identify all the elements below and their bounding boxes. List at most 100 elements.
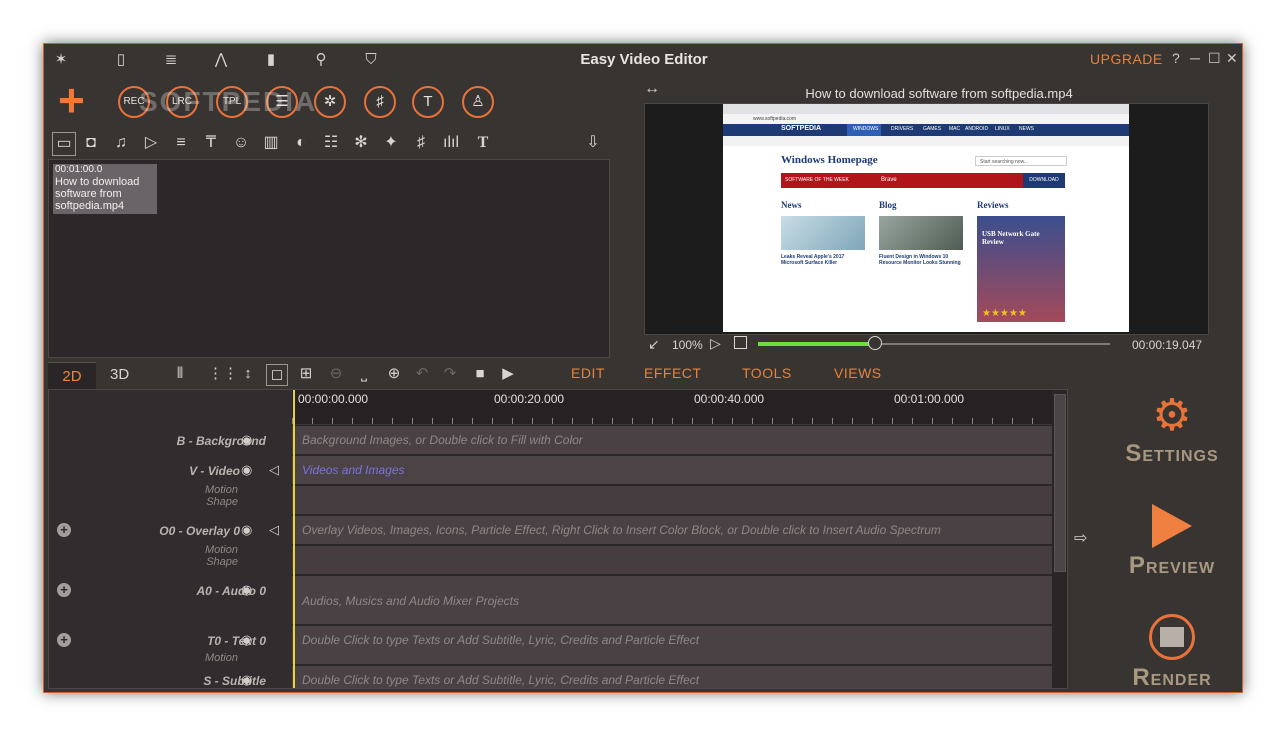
menu-tools[interactable]: TOOLS bbox=[742, 365, 792, 381]
eye-icon[interactable]: ◉ bbox=[241, 432, 252, 448]
col-reviews: Reviews bbox=[977, 200, 1009, 210]
ruler-icon[interactable]: ⋀ bbox=[210, 50, 232, 70]
track-sub-area[interactable] bbox=[292, 486, 1052, 514]
shirt-icon[interactable]: ⛉ bbox=[360, 50, 382, 70]
search-icon[interactable]: ⚲ bbox=[310, 50, 332, 70]
track-area[interactable]: Audios, Musics and Audio Mixer Projects bbox=[292, 576, 1052, 624]
review-card: USB Network Gate Review ★★★★★ bbox=[977, 216, 1065, 322]
text-block-icon[interactable]: T bbox=[412, 86, 444, 118]
week-banner: SOFTWARE OF THE WEEK Brave DOWNLOAD bbox=[781, 173, 1065, 188]
subtitle-icon[interactable]: ≡ bbox=[170, 132, 192, 154]
stop-icon[interactable] bbox=[734, 336, 747, 349]
eye-icon[interactable]: ◉ bbox=[241, 462, 252, 478]
track-overlay: + O0 - Overlay 0 ◉ ◁ Motion Shape Overla… bbox=[49, 516, 1052, 576]
redo-icon[interactable]: ↷ bbox=[440, 364, 460, 384]
speaker-icon[interactable]: ◁ bbox=[269, 462, 279, 478]
timeline-scrollbar[interactable] bbox=[1054, 394, 1066, 572]
render-button[interactable]: RENDER bbox=[1122, 614, 1222, 692]
track-area[interactable]: Double Click to type Texts or Add Subtit… bbox=[292, 626, 1052, 664]
media-clip-thumbnail[interactable]: 00:01:00.0 How to download software from… bbox=[53, 164, 157, 214]
menu-views[interactable]: VIEWS bbox=[834, 365, 882, 381]
book-icon[interactable]: ▯ bbox=[110, 50, 132, 70]
filmstrip-icon[interactable]: ▥ bbox=[260, 132, 282, 154]
add-media-button[interactable]: + bbox=[58, 77, 85, 123]
text-style-icon[interactable]: ₸ bbox=[200, 132, 222, 154]
track-area[interactable]: Double Click to type Texts or Add Subtit… bbox=[292, 666, 1052, 688]
shrink-icon[interactable]: ↙ bbox=[648, 336, 660, 353]
undo-icon[interactable]: ↶ bbox=[412, 364, 432, 384]
eye-icon[interactable]: ◉ bbox=[241, 522, 252, 538]
seek-track[interactable] bbox=[758, 336, 1110, 350]
settings-button[interactable]: ⚙ SETTINGS bbox=[1122, 392, 1222, 468]
bullet-list-icon[interactable]: ☷ bbox=[320, 132, 342, 154]
track-sub-area[interactable] bbox=[292, 546, 1052, 574]
eye-icon[interactable]: ◉ bbox=[241, 632, 252, 648]
track-area[interactable]: Background Images, or Double click to Fi… bbox=[292, 426, 1052, 454]
camera-icon[interactable]: ◘ bbox=[80, 132, 102, 154]
media-library-panel: 00:01:00.0 How to download software from… bbox=[48, 159, 610, 358]
text-icon[interactable]: T bbox=[472, 132, 494, 154]
eye-icon[interactable]: ◉ bbox=[241, 582, 252, 598]
menu-edit[interactable]: EDIT bbox=[571, 365, 605, 381]
hash-icon[interactable]: ♯ bbox=[410, 132, 432, 154]
track-area[interactable]: Videos and Images bbox=[292, 456, 1052, 484]
seek-progress bbox=[758, 342, 875, 346]
help-button[interactable]: ? bbox=[1172, 50, 1180, 66]
grid-icon[interactable]: ⋮⋮ bbox=[208, 364, 238, 384]
magic-wand-icon[interactable]: ✶ bbox=[50, 50, 72, 70]
panel-icon[interactable]: ▮ bbox=[260, 50, 282, 70]
track-area[interactable]: Overlay Videos, Images, Icons, Particle … bbox=[292, 516, 1052, 544]
add-track-icon[interactable]: + bbox=[57, 633, 71, 647]
transition-icon[interactable]: ▷ bbox=[140, 132, 162, 154]
zoom-level[interactable]: 100% bbox=[672, 338, 703, 352]
preview-button[interactable]: PREVIEW bbox=[1122, 502, 1222, 580]
split-icon[interactable]: ⊞ bbox=[296, 364, 316, 384]
upgrade-link[interactable]: UPGRADE bbox=[1090, 51, 1163, 67]
add-track-icon[interactable]: + bbox=[57, 583, 71, 597]
tab-3d[interactable]: 3D bbox=[110, 366, 129, 383]
resize-arrow-icon[interactable]: ↔ bbox=[644, 80, 660, 98]
lyrics-icon[interactable]: ♯ bbox=[364, 86, 396, 118]
add-track-icon[interactable]: + bbox=[57, 523, 71, 537]
equalizer-icon[interactable]: ılıl bbox=[440, 132, 462, 154]
collapse-arrow-icon[interactable]: ⇨ bbox=[1074, 528, 1087, 548]
user-icon[interactable]: ♙ bbox=[462, 86, 494, 118]
maximize-icon[interactable]: ☐ bbox=[1208, 50, 1221, 67]
playhead[interactable] bbox=[293, 390, 295, 688]
minimize-icon[interactable]: ─ bbox=[1190, 50, 1200, 66]
contrast-icon[interactable]: ◐ bbox=[290, 132, 312, 154]
time-ruler[interactable]: 00:00:00.000 00:00:20.000 00:00:40.000 0… bbox=[292, 390, 1052, 425]
render-label: RENDER bbox=[1132, 664, 1212, 691]
speaker-icon[interactable]: ◁ bbox=[269, 522, 279, 538]
list-icon[interactable]: ≣ bbox=[160, 50, 182, 70]
emoji-icon[interactable]: ☺ bbox=[230, 132, 252, 154]
video-library-icon[interactable]: ▭ bbox=[52, 132, 76, 156]
close-icon[interactable]: ✕ bbox=[1226, 50, 1238, 67]
import-icon[interactable]: ⇩ bbox=[582, 132, 604, 154]
track-hint: Double Click to type Texts or Add Subtit… bbox=[302, 673, 700, 687]
review-stars: ★★★★★ bbox=[982, 308, 1027, 319]
stop-square-icon[interactable]: ■ bbox=[470, 364, 490, 384]
preview-window: www.softpedia.com SOFTPEDIA WINDOWS DRIV… bbox=[644, 103, 1209, 335]
zoom-in-icon[interactable]: ⊕ bbox=[384, 364, 404, 384]
particle-icon[interactable]: ✲ bbox=[314, 86, 346, 118]
menu-effect[interactable]: EFFECT bbox=[644, 365, 701, 381]
eye-icon[interactable]: ◉ bbox=[241, 672, 252, 688]
puzzle-icon[interactable]: ✦ bbox=[380, 132, 402, 154]
seek-handle[interactable] bbox=[868, 336, 883, 350]
zoom-out-icon[interactable]: ⊖ bbox=[326, 364, 346, 384]
align-icon[interactable]: ⫴ bbox=[170, 364, 190, 384]
track-audio: + A0 - Audio 0 ◉ Audios, Musics and Audi… bbox=[49, 576, 1052, 626]
select-icon[interactable]: ◻ bbox=[266, 364, 288, 386]
play-triangle-icon[interactable]: ▶ bbox=[498, 364, 518, 384]
col-blog: Blog bbox=[879, 200, 897, 210]
nav-mac: MAC bbox=[949, 126, 961, 132]
music-icon[interactable]: ♫ bbox=[110, 132, 132, 154]
sparkle-icon[interactable]: ✻ bbox=[350, 132, 372, 154]
play-icon[interactable]: ▷ bbox=[710, 335, 721, 352]
fit-icon[interactable]: ⎵ bbox=[354, 364, 374, 384]
news-title: Leaks Reveal Apple's 2017 Microsoft Surf… bbox=[781, 254, 845, 266]
vertical-arrow-icon[interactable]: ↕ bbox=[238, 364, 258, 384]
tab-2d[interactable]: 2D bbox=[48, 362, 96, 389]
featured-app: Brave bbox=[881, 177, 897, 183]
